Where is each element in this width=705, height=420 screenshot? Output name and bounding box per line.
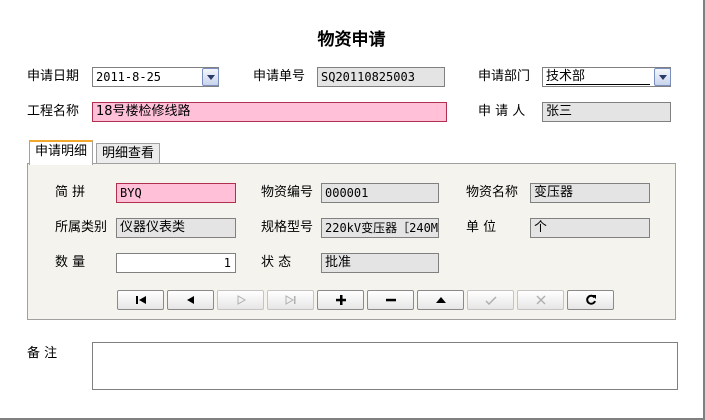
- material-code-value: 000001: [325, 186, 369, 200]
- project-name-input[interactable]: 18号楼检修线路: [92, 102, 447, 122]
- department-select[interactable]: 技术部: [542, 67, 671, 87]
- unit-field: 个: [530, 218, 650, 238]
- delete-icon: [368, 291, 413, 309]
- short-code-label: 简 拼: [55, 185, 86, 200]
- quantity-value: 1: [223, 256, 231, 270]
- add-record-button[interactable]: [317, 290, 364, 310]
- quantity-label: 数 量: [55, 255, 86, 270]
- material-code-field: 000001: [321, 183, 439, 203]
- department-value: 技术部: [546, 69, 586, 84]
- short-code-input[interactable]: BYQ: [116, 183, 236, 203]
- page-title: 物资申请: [317, 30, 386, 50]
- category-field: 仪器仪表类: [116, 218, 236, 238]
- remark-label: 备 注: [27, 346, 58, 361]
- material-name-field: 变压器: [530, 183, 650, 203]
- first-record-button[interactable]: [117, 290, 164, 310]
- material-name-value: 变压器: [534, 185, 574, 200]
- status-label: 状 态: [261, 255, 292, 270]
- department-label: 申请部门: [478, 69, 531, 84]
- category-label: 所属类别: [55, 220, 108, 235]
- cancel-icon: [518, 291, 563, 309]
- next-record-icon: [218, 291, 263, 309]
- apply-no-label: 申请单号: [253, 69, 306, 84]
- applicant-label: 申 请 人: [478, 104, 526, 119]
- short-code-value: BYQ: [120, 186, 142, 200]
- apply-date-field[interactable]: 2011-8-25: [92, 67, 219, 87]
- tab-detail-view[interactable]: 明细查看: [96, 143, 161, 165]
- spec-value: 220kV变压器［240M: [325, 221, 439, 235]
- apply-date-value: 2011-8-25: [96, 70, 162, 84]
- delete-record-button[interactable]: [367, 290, 414, 310]
- project-name-value: 18号楼检修线路: [96, 104, 191, 119]
- last-record-icon: [268, 291, 313, 309]
- applicant-field: 张三: [542, 102, 671, 122]
- first-record-icon: [118, 291, 163, 309]
- apply-no-value: SQ20110825003: [321, 70, 415, 84]
- apply-date-label: 申请日期: [27, 69, 80, 84]
- status-field: 批准: [321, 253, 439, 273]
- department-dropdown-button[interactable]: [654, 68, 671, 86]
- spec-label: 规格型号: [261, 220, 314, 235]
- remark-textarea[interactable]: [92, 342, 678, 390]
- tab-apply-detail[interactable]: 申请明细: [29, 140, 94, 165]
- prev-record-button[interactable]: [167, 290, 214, 310]
- quantity-input[interactable]: 1: [116, 253, 236, 273]
- unit-value: 个: [534, 220, 548, 235]
- category-value: 仪器仪表类: [120, 220, 186, 235]
- material-code-label: 物资编号: [261, 185, 314, 200]
- edit-record-button[interactable]: [417, 290, 464, 310]
- next-record-button[interactable]: [217, 290, 264, 310]
- last-record-button[interactable]: [267, 290, 314, 310]
- status-value: 批准: [325, 255, 352, 270]
- unit-label: 单 位: [466, 220, 497, 235]
- date-dropdown-button[interactable]: [202, 68, 219, 86]
- refresh-button[interactable]: [567, 290, 614, 310]
- edit-icon: [418, 291, 463, 309]
- project-label: 工程名称: [27, 104, 80, 119]
- material-name-label: 物资名称: [466, 185, 519, 200]
- refresh-icon: [568, 291, 613, 309]
- add-icon: [318, 291, 363, 309]
- cancel-record-button[interactable]: [517, 290, 564, 310]
- spec-field: 220kV变压器［240M: [321, 218, 439, 238]
- prev-record-icon: [168, 291, 213, 309]
- post-icon: [468, 291, 513, 309]
- applicant-value: 张三: [546, 104, 573, 119]
- department-underline: [546, 84, 650, 85]
- post-record-button[interactable]: [467, 290, 514, 310]
- apply-no-field: SQ20110825003: [317, 67, 445, 87]
